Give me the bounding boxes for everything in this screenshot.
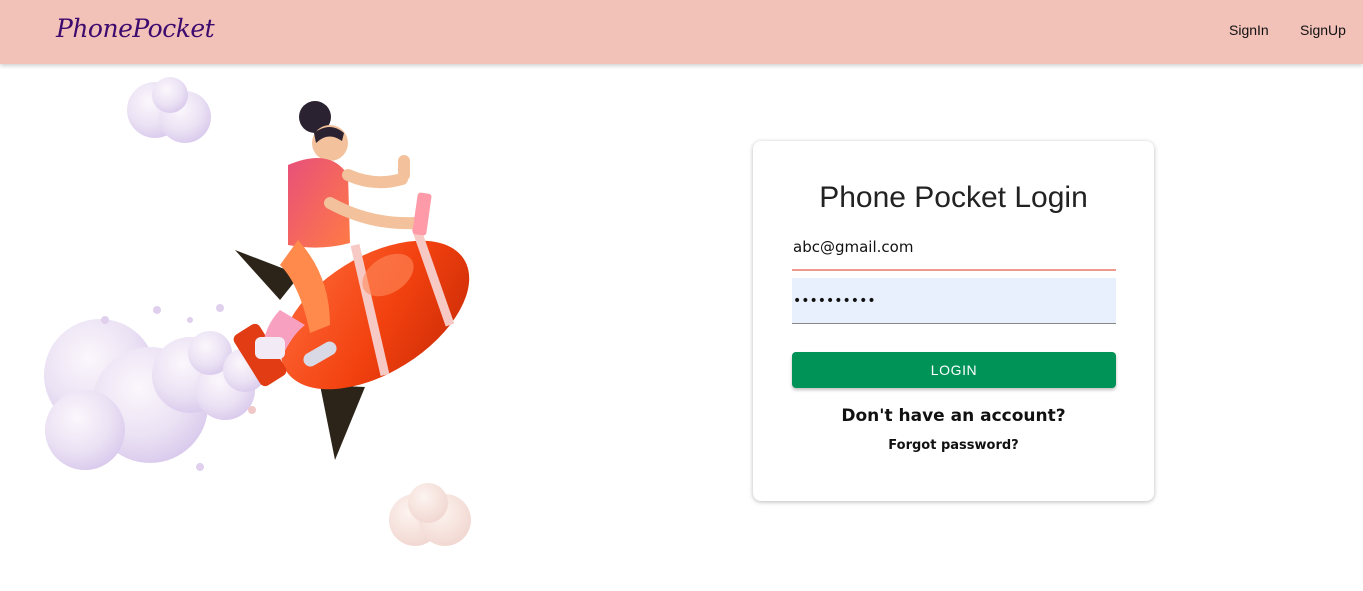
email-field xyxy=(792,227,1116,271)
nav-signup-link[interactable]: SignUp xyxy=(1300,22,1346,38)
rocket-fin-bottom xyxy=(320,385,365,460)
login-title: Phone Pocket Login xyxy=(819,181,1088,214)
rocket-rider-illustration xyxy=(30,75,500,555)
password-field xyxy=(792,278,1116,324)
login-card: Phone Pocket Login LOGIN Don't have an a… xyxy=(753,141,1154,501)
large-cloud-exhaust xyxy=(44,304,267,471)
top-navbar: PhonePocket SignIn SignUp xyxy=(0,0,1363,64)
nav-signin-link[interactable]: SignIn xyxy=(1229,22,1269,38)
email-input[interactable] xyxy=(792,227,1116,267)
forgot-password-link[interactable]: Forgot password? xyxy=(753,438,1154,453)
small-cloud-bottom xyxy=(389,483,471,546)
no-account-link[interactable]: Don't have an account? xyxy=(753,406,1154,426)
login-button[interactable]: LOGIN xyxy=(792,352,1116,388)
password-input[interactable] xyxy=(792,278,1116,323)
small-cloud-top xyxy=(127,77,211,143)
brand-logo[interactable]: PhonePocket xyxy=(56,14,215,43)
